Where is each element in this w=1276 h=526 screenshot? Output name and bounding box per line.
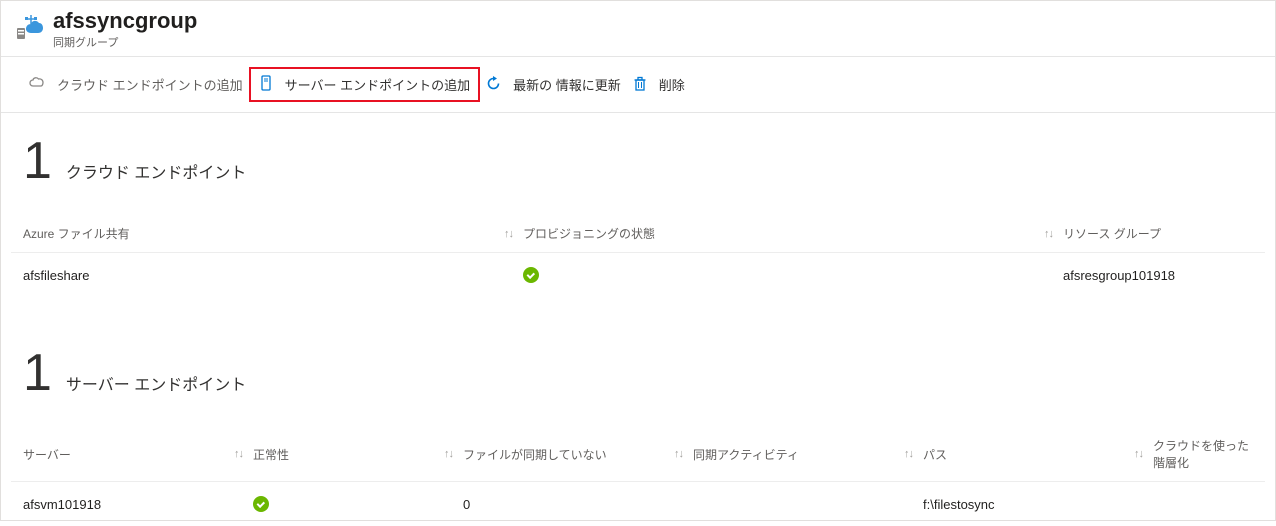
content-area: 1 クラウド エンドポイント Azure ファイル共有 ↑↓ プロビジョニングの… — [1, 113, 1275, 526]
column-header-server[interactable]: サーバー ↑↓ — [23, 446, 253, 463]
server-endpoints-table: サーバー ↑↓ 正常性 ↑↓ ファイルが同期していない ↑↓ 同期アクティビティ… — [11, 427, 1265, 526]
sort-icon: ↑↓ — [904, 448, 923, 460]
cell-resource-group: afsresgroup101918 — [1063, 268, 1253, 283]
toolbar: クラウド エンドポイントの追加 サーバー エンドポイントの追加 最新の 情報に更… — [1, 57, 1275, 113]
server-endpoint-count: 1 — [23, 347, 52, 399]
column-header-files-not-syncing[interactable]: ファイルが同期していない ↑↓ — [463, 446, 693, 463]
cell-files-not-syncing: 0 — [463, 497, 693, 512]
cloud-endpoints-table: Azure ファイル共有 ↑↓ プロビジョニングの状態 ↑↓ リソース グループ… — [11, 215, 1265, 297]
add-server-endpoint-button[interactable]: サーバー エンドポイントの追加 — [253, 71, 476, 98]
cloud-endpoints-section: 1 クラウド エンドポイント Azure ファイル共有 ↑↓ プロビジョニングの… — [11, 135, 1265, 297]
table-row[interactable]: afsfileshare afsresgroup101918 — [11, 253, 1265, 297]
column-header-cloud-tiering[interactable]: クラウドを使った階層化 — [1153, 437, 1253, 471]
sort-icon: ↑↓ — [504, 228, 523, 240]
highlight-annotation: サーバー エンドポイントの追加 — [249, 67, 480, 102]
toolbar-label: 削除 — [659, 75, 685, 94]
column-header-provisioning-state[interactable]: プロビジョニングの状態 ↑↓ — [523, 225, 1063, 242]
column-label: Azure ファイル共有 — [23, 225, 130, 242]
toolbar-label: サーバー エンドポイントの追加 — [285, 75, 470, 94]
table-header-row: サーバー ↑↓ 正常性 ↑↓ ファイルが同期していない ↑↓ 同期アクティビティ… — [11, 427, 1265, 482]
cell-azure-file-share: afsfileshare — [23, 268, 523, 283]
column-header-sync-activity[interactable]: 同期アクティビティ ↑↓ — [693, 446, 923, 463]
column-header-path[interactable]: パス ↑↓ — [923, 446, 1153, 463]
add-cloud-endpoint-button[interactable]: クラウド エンドポイントの追加 — [23, 71, 249, 98]
header-text-block: afssyncgroup 同期グループ — [53, 9, 197, 50]
delete-button[interactable]: 削除 — [627, 71, 691, 98]
table-row[interactable]: afsvm101918 0 f:\filestosync — [11, 482, 1265, 526]
success-check-icon — [523, 267, 539, 283]
page-subtitle: 同期グループ — [53, 34, 197, 50]
column-label: 同期アクティビティ — [693, 446, 799, 463]
column-label: リソース グループ — [1063, 225, 1161, 242]
column-label: クラウドを使った階層化 — [1153, 437, 1253, 471]
server-endpoints-section: 1 サーバー エンドポイント サーバー ↑↓ 正常性 ↑↓ ファイルが同期してい… — [11, 347, 1265, 526]
section-headline: 1 サーバー エンドポイント — [11, 347, 1265, 399]
cell-path: f:\filestosync — [923, 497, 1153, 512]
toolbar-label: 最新の 情報に更新 — [513, 75, 621, 94]
cell-server: afsvm101918 — [23, 497, 253, 512]
table-header-row: Azure ファイル共有 ↑↓ プロビジョニングの状態 ↑↓ リソース グループ — [11, 215, 1265, 253]
server-add-icon — [259, 75, 279, 94]
sort-icon: ↑↓ — [674, 448, 693, 460]
column-label: 正常性 — [253, 446, 289, 463]
cloud-add-icon — [29, 76, 51, 93]
sort-icon: ↑↓ — [1044, 228, 1063, 240]
column-label: プロビジョニングの状態 — [523, 225, 655, 242]
page-title: afssyncgroup — [53, 9, 197, 33]
cell-provisioning-state — [523, 267, 1063, 283]
sort-icon: ↑↓ — [1134, 448, 1153, 460]
sync-group-icon — [15, 13, 43, 44]
refresh-button[interactable]: 最新の 情報に更新 — [480, 71, 627, 98]
refresh-icon — [486, 76, 507, 94]
section-headline: 1 クラウド エンドポイント — [11, 135, 1265, 187]
cloud-endpoint-count: 1 — [23, 135, 52, 187]
cloud-endpoint-title: クラウド エンドポイント — [66, 159, 246, 183]
column-label: ファイルが同期していない — [463, 446, 607, 463]
sort-icon: ↑↓ — [444, 448, 463, 460]
sort-icon: ↑↓ — [234, 448, 253, 460]
column-header-resource-group[interactable]: リソース グループ — [1063, 225, 1253, 242]
column-header-azure-file-share[interactable]: Azure ファイル共有 ↑↓ — [23, 225, 523, 242]
trash-icon — [633, 76, 653, 94]
column-header-health[interactable]: 正常性 ↑↓ — [253, 446, 463, 463]
cell-health — [253, 496, 463, 512]
column-label: サーバー — [23, 446, 71, 463]
toolbar-label: クラウド エンドポイントの追加 — [57, 75, 243, 94]
server-endpoint-title: サーバー エンドポイント — [66, 371, 246, 395]
page-header: afssyncgroup 同期グループ — [1, 1, 1275, 57]
success-check-icon — [253, 496, 269, 512]
column-label: パス — [923, 446, 947, 463]
